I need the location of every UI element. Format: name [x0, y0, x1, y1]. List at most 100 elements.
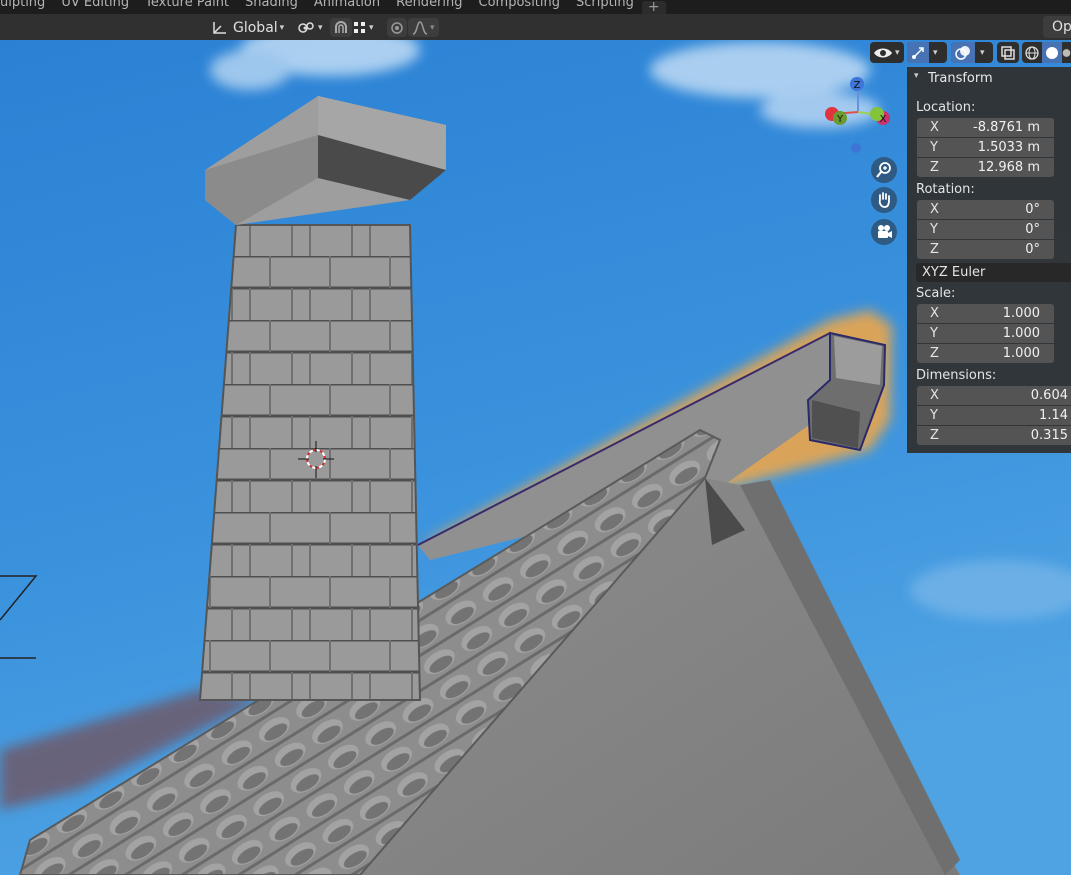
tab-scripting[interactable]: Scripting: [568, 0, 642, 14]
proportional-editing-toggle[interactable]: [387, 18, 407, 37]
snap-toggle[interactable]: [330, 18, 352, 37]
axis-label: Z: [930, 428, 939, 443]
proportional-falloff-dropdown[interactable]: ▾: [408, 18, 439, 37]
gizmo-y-label: Y: [836, 114, 844, 125]
location-label: Location:: [916, 100, 976, 115]
xray-icon: [1001, 45, 1015, 60]
rotation-z-field[interactable]: Z 0°: [917, 240, 1054, 259]
field-value: 1.5033 m: [977, 140, 1040, 155]
solid-shading-icon: [1046, 46, 1058, 59]
field-value: 1.000: [1002, 346, 1040, 361]
transform-orientation-icon: [213, 21, 226, 34]
location-x-field[interactable]: X -8.8761 m: [917, 118, 1054, 137]
rotation-y-field[interactable]: Y 0°: [917, 220, 1054, 239]
transform-orientation-dropdown[interactable]: Global ▾: [211, 18, 284, 37]
overlay-icon: [955, 45, 970, 60]
scale-z-field[interactable]: Z 1.000: [917, 344, 1054, 363]
snap-icon: [335, 20, 347, 33]
axis-label: Y: [930, 408, 938, 423]
chevron-down-icon: ▾: [430, 22, 435, 33]
gizmo-x-label: X: [880, 114, 887, 125]
tab-animation[interactable]: Animation: [306, 0, 388, 14]
xray-toggle[interactable]: [997, 42, 1019, 63]
material-shading-button[interactable]: [1062, 42, 1071, 63]
chevron-down-icon: ▾: [318, 22, 323, 33]
zoom-icon: [876, 162, 891, 178]
gizmo-toggle-group: ▾: [907, 42, 947, 63]
panel-title[interactable]: Transform: [928, 71, 993, 86]
proportional-editing-icon: [391, 21, 403, 34]
tab-rendering[interactable]: Rendering: [388, 0, 470, 14]
tab-sculpting[interactable]: ulpting: [0, 0, 53, 14]
axis-label: Z: [930, 160, 939, 175]
dimensions-y-field[interactable]: Y 1.14: [917, 406, 1071, 425]
location-z-field[interactable]: Z 12.968 m: [917, 158, 1054, 177]
chevron-down-icon: ▾: [369, 22, 374, 33]
dimensions-label: Dimensions:: [916, 368, 997, 383]
location-y-field[interactable]: Y 1.5033 m: [917, 138, 1054, 157]
axis-label: Y: [930, 326, 938, 341]
chevron-down-icon[interactable]: ▾: [980, 48, 985, 58]
axis-label: X: [930, 388, 939, 403]
panel-collapse-icon[interactable]: ▾: [914, 71, 919, 81]
zoom-button[interactable]: [871, 157, 897, 183]
overlay-toggle-group: ▾: [951, 42, 993, 63]
chevron-down-icon[interactable]: ▾: [933, 48, 938, 58]
options-label: Op: [1052, 19, 1071, 35]
rotation-label: Rotation:: [916, 182, 975, 197]
pan-button[interactable]: [871, 187, 897, 213]
options-dropdown[interactable]: Op: [1043, 16, 1071, 38]
chevron-down-icon: ▾: [279, 22, 285, 33]
field-value: 0.604: [1030, 388, 1068, 403]
dimensions-x-field[interactable]: X 0.604: [917, 386, 1071, 405]
transform-orientation-value: Global: [233, 19, 278, 36]
field-value: 0°: [1025, 222, 1040, 237]
viewport-header: Global ▾ ▾ ▾ ▾ Op: [0, 14, 1071, 40]
field-value: 0°: [1025, 202, 1040, 217]
scale-label: Scale:: [916, 286, 956, 301]
field-value: 1.14: [1039, 408, 1068, 423]
rotation-mode-dropdown[interactable]: XYZ Euler: [916, 263, 1071, 282]
axis-label: Y: [930, 222, 938, 237]
shading-mode-group: [1022, 42, 1071, 63]
camera-view-button[interactable]: [871, 219, 897, 245]
material-shading-icon: [1062, 48, 1071, 57]
add-workspace-button[interactable]: +: [641, 0, 666, 14]
workspace-tabs: ulpting UV Editing Texture Paint Shading…: [0, 0, 1071, 14]
tab-uv-editing[interactable]: UV Editing: [53, 0, 137, 14]
tab-compositing[interactable]: Compositing: [471, 0, 569, 14]
falloff-curve-icon: [412, 20, 428, 35]
scale-x-field[interactable]: X 1.000: [917, 304, 1054, 323]
dimensions-z-field[interactable]: Z 0.315: [917, 426, 1071, 445]
gizmo-icon: [912, 46, 924, 59]
field-value: 0.315: [1030, 428, 1068, 443]
field-value: 12.968 m: [977, 160, 1040, 175]
wireframe-shading-icon: [1025, 45, 1039, 60]
chevron-down-icon: ▾: [895, 47, 900, 58]
camera-view-icon: [878, 225, 892, 238]
rotation-mode-value: XYZ Euler: [922, 265, 986, 280]
wireframe-shading-button[interactable]: [1022, 42, 1042, 63]
overlay-toggle[interactable]: [951, 42, 975, 63]
pivot-point-dropdown[interactable]: ▾: [296, 18, 323, 37]
hand-pan-icon: [878, 192, 890, 208]
solid-shading-button[interactable]: [1042, 42, 1062, 63]
tab-texture-paint[interactable]: Texture Paint: [137, 0, 237, 14]
axis-label: Y: [930, 140, 938, 155]
pivot-point-icon: [298, 21, 314, 33]
scale-y-field[interactable]: Y 1.000: [917, 324, 1054, 343]
axis-label: X: [930, 306, 939, 321]
field-value: 1.000: [1002, 326, 1040, 341]
rotation-x-field[interactable]: X 0°: [917, 200, 1054, 219]
axis-label: X: [930, 120, 939, 135]
snap-target-dropdown[interactable]: ▾: [353, 18, 374, 37]
axis-label: Z: [930, 242, 939, 257]
tab-shading[interactable]: Shading: [237, 0, 306, 14]
snap-grid-icon: [354, 21, 365, 33]
gizmo-toggle[interactable]: [907, 42, 929, 63]
visibility-icon: [874, 48, 892, 57]
field-value: 1.000: [1002, 306, 1040, 321]
axis-label: X: [930, 202, 939, 217]
gizmo-z-label: Z: [854, 80, 861, 91]
visibility-dropdown[interactable]: ▾: [870, 42, 904, 63]
